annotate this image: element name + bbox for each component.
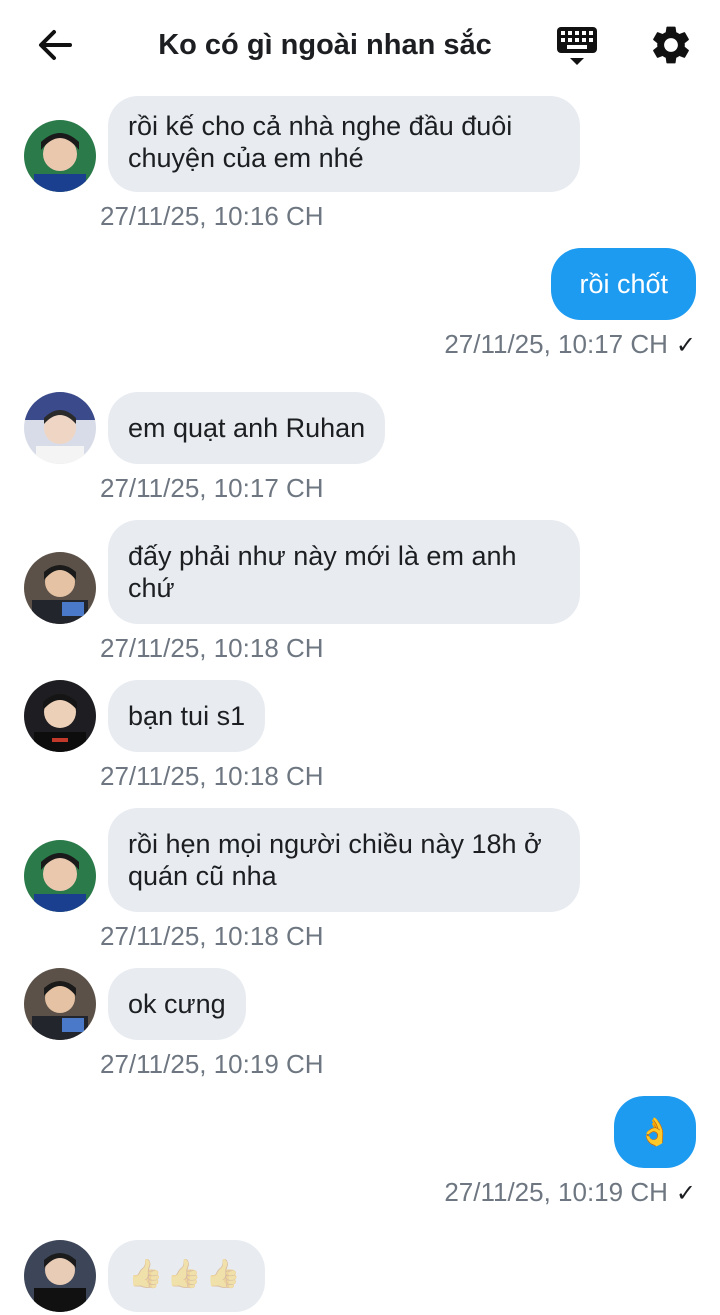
message-bubble-incoming[interactable]: rồi hẹn mọi người chiều này 18h ở quán c… <box>108 808 580 912</box>
keyboard-button[interactable] <box>552 24 602 70</box>
message-text-line: em quạt anh Ruhan <box>128 413 366 443</box>
avatar[interactable] <box>24 968 96 1040</box>
message-text-line: ok cưng <box>128 989 226 1019</box>
message-bubble-incoming[interactable]: 👍👍👍 <box>108 1240 265 1312</box>
avatar[interactable] <box>24 680 96 752</box>
message-timestamp-row: 27/11/25, 10:17 CH ✓ <box>444 328 696 362</box>
message-bubble-incoming[interactable]: đấy phải như này mới là em anh chứ <box>108 520 580 624</box>
message-timestamp: 27/11/25, 10:18 CH <box>100 633 324 663</box>
message-emoji: 👍👍👍 <box>128 1258 245 1289</box>
message-bubble-incoming[interactable]: rồi kế cho cả nhà nghe đầu đuôi chuyện c… <box>108 96 580 192</box>
message-text-line: bạn tui s1 <box>128 701 246 731</box>
message-text-line: rồi chốt <box>579 269 668 299</box>
chat-header: Ko có gì ngoài nhan sắc <box>0 0 720 90</box>
message-emoji: 👌 <box>638 1117 672 1147</box>
message-bubble-incoming[interactable]: em quạt anh Ruhan <box>108 392 386 464</box>
back-button[interactable] <box>30 24 82 66</box>
message-bubble-incoming[interactable]: bạn tui s1 <box>108 680 266 752</box>
message-bubble-outgoing[interactable]: rồi chốt <box>551 248 696 320</box>
avatar[interactable] <box>24 392 96 464</box>
read-check-icon: ✓ <box>675 1180 696 1207</box>
settings-button[interactable] <box>648 22 694 68</box>
gear-icon <box>653 26 689 64</box>
avatar[interactable] <box>24 120 96 192</box>
message-timestamp-row: 27/11/25, 10:19 CH ✓ <box>444 1176 696 1210</box>
message-bubble-incoming[interactable]: ok cưng <box>108 968 246 1040</box>
message-timestamp: 27/11/25, 10:16 CH <box>100 201 324 231</box>
keyboard-icon <box>557 27 597 65</box>
chat-title: Ko có gì ngoài nhan sắc <box>158 29 492 61</box>
avatar[interactable] <box>24 840 96 912</box>
message-text-line: rồi hẹn mọi người chiều này 18h ở <box>128 829 542 859</box>
message-text-line: rồi kế cho cả nhà nghe đầu đuôi <box>128 111 513 141</box>
message-text-line: chuyện của em nhé <box>128 143 364 173</box>
message-timestamp: 27/11/25, 10:19 CH <box>444 1177 668 1207</box>
message-bubble-outgoing[interactable]: 👌 <box>614 1096 696 1168</box>
message-text-line: quán cũ nha <box>128 861 277 891</box>
message-text-line: đấy phải như này mới là em anh <box>128 541 517 571</box>
message-timestamp: 27/11/25, 10:18 CH <box>100 761 324 791</box>
avatar[interactable] <box>24 1240 96 1312</box>
message-text-line: chứ <box>128 573 175 603</box>
arrow-left-icon <box>39 30 72 60</box>
read-check-icon: ✓ <box>675 332 696 359</box>
message-timestamp: 27/11/25, 10:17 CH <box>100 473 324 503</box>
avatar[interactable] <box>24 552 96 624</box>
message-timestamp: 27/11/25, 10:17 CH <box>444 329 668 359</box>
message-timestamp: 27/11/25, 10:18 CH <box>100 921 324 951</box>
message-timestamp: 27/11/25, 10:19 CH <box>100 1049 324 1079</box>
